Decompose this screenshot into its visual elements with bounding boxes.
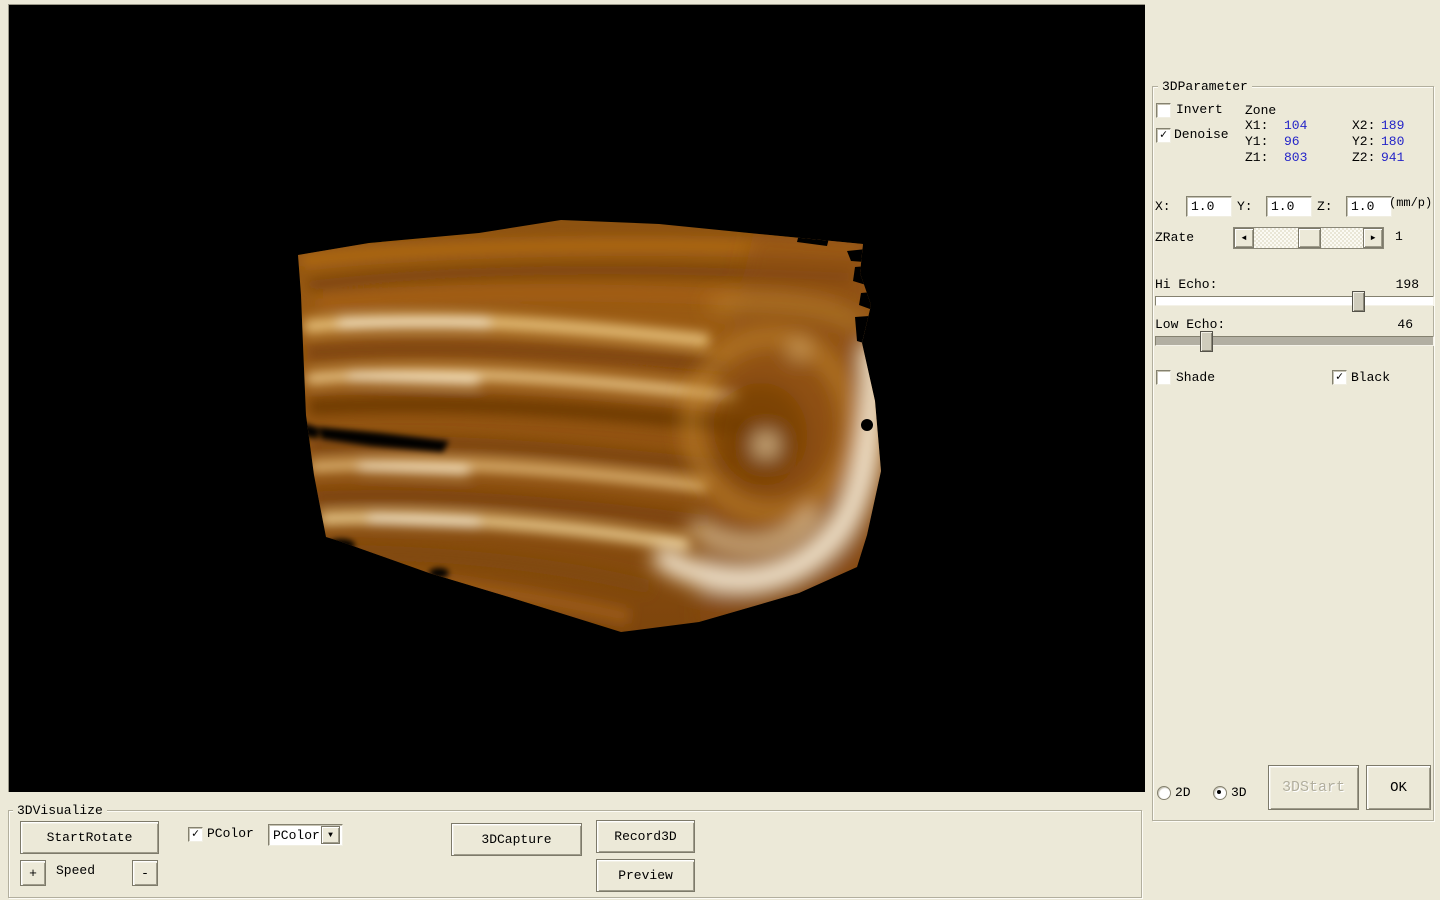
record3d-button[interactable]: Record3D <box>596 820 695 853</box>
z-scale-input[interactable]: 1.0 <box>1346 196 1392 217</box>
shade-checkbox-label[interactable]: Shade <box>1176 370 1215 385</box>
y-scale-label: Y: <box>1237 199 1253 214</box>
pcolor-dropdown-button[interactable]: ▼ <box>321 826 340 844</box>
checkmark-icon: ✓ <box>1336 370 1343 384</box>
hi-echo-slider-track[interactable] <box>1155 296 1434 306</box>
3dcapture-button[interactable]: 3DCapture <box>451 823 582 856</box>
preview-button[interactable]: Preview <box>596 859 695 892</box>
checkmark-icon: ✓ <box>192 827 199 841</box>
x-scale-input[interactable]: 1.0 <box>1186 196 1232 217</box>
zone-y1-value: 96 <box>1284 134 1300 149</box>
render-viewport[interactable] <box>8 4 1145 792</box>
pcolor-checkbox-label[interactable]: PColor <box>207 826 254 841</box>
zrate-scrollbar[interactable]: ◄ ► <box>1233 227 1384 249</box>
zone-x2-label: X2: <box>1352 118 1375 133</box>
low-echo-slider-thumb[interactable] <box>1200 331 1213 352</box>
pcolor-dropdown-value: PColor <box>273 828 320 843</box>
visualize-group-title: 3DVisualize <box>13 803 107 818</box>
ok-button[interactable]: OK <box>1366 765 1431 810</box>
black-checkbox[interactable]: ✓ <box>1332 370 1347 385</box>
invert-checkbox-label[interactable]: Invert <box>1176 102 1223 117</box>
y-scale-input[interactable]: 1.0 <box>1266 196 1312 217</box>
zone-z1-label: Z1: <box>1245 150 1268 165</box>
zone-y1-label: Y1: <box>1245 134 1268 149</box>
pcolor-checkbox[interactable]: ✓ <box>188 827 203 842</box>
zone-x1-value: 104 <box>1284 118 1307 133</box>
volume-render <box>9 5 1145 792</box>
parameter-group-title: 3DParameter <box>1158 79 1252 94</box>
zone-y2-value: 180 <box>1381 134 1404 149</box>
scroll-right-icon: ► <box>1371 234 1376 243</box>
speed-plus-button[interactable]: + <box>20 860 46 886</box>
zrate-scroll-right-button[interactable]: ► <box>1363 228 1383 248</box>
zone-z2-value: 941 <box>1381 150 1404 165</box>
mode-3d-radio-label[interactable]: 3D <box>1231 785 1247 800</box>
zone-x2-value: 189 <box>1381 118 1404 133</box>
zone-z2-label: Z2: <box>1352 150 1375 165</box>
hi-echo-value: 198 <box>1155 277 1419 292</box>
mode-2d-radio-label[interactable]: 2D <box>1175 785 1191 800</box>
zrate-value: 1 <box>1395 229 1403 244</box>
hi-echo-slider-thumb[interactable] <box>1352 291 1365 312</box>
start-rotate-button[interactable]: StartRotate <box>20 821 159 854</box>
zrate-scroll-left-button[interactable]: ◄ <box>1234 228 1254 248</box>
speed-minus-button[interactable]: - <box>132 860 158 886</box>
radio-dot-icon <box>1217 790 1221 794</box>
zone-z1-value: 803 <box>1284 150 1307 165</box>
low-echo-slider-track[interactable] <box>1155 336 1434 346</box>
scroll-left-icon: ◄ <box>1242 234 1247 243</box>
denoise-checkbox[interactable]: ✓ <box>1156 128 1171 143</box>
zrate-scroll-thumb[interactable] <box>1298 228 1321 248</box>
mode-2d-radio[interactable] <box>1157 786 1171 800</box>
z-scale-label: Z: <box>1317 199 1333 214</box>
checkmark-icon: ✓ <box>1160 128 1167 142</box>
zone-label: Zone <box>1245 103 1276 118</box>
denoise-checkbox-label[interactable]: Denoise <box>1174 127 1229 142</box>
mode-3d-radio[interactable] <box>1213 786 1227 800</box>
low-echo-value: 46 <box>1155 317 1413 332</box>
3dstart-button[interactable]: 3DStart <box>1268 765 1359 810</box>
zone-y2-label: Y2: <box>1352 134 1375 149</box>
chevron-down-icon: ▼ <box>328 831 333 840</box>
scale-unit-label: (mm/p) <box>1389 196 1432 210</box>
shade-checkbox[interactable] <box>1156 370 1171 385</box>
x-scale-label: X: <box>1155 199 1171 214</box>
black-checkbox-label[interactable]: Black <box>1351 370 1390 385</box>
zrate-label: ZRate <box>1155 230 1194 245</box>
speed-label: Speed <box>56 863 95 878</box>
invert-checkbox[interactable] <box>1156 103 1171 118</box>
zone-x1-label: X1: <box>1245 118 1268 133</box>
